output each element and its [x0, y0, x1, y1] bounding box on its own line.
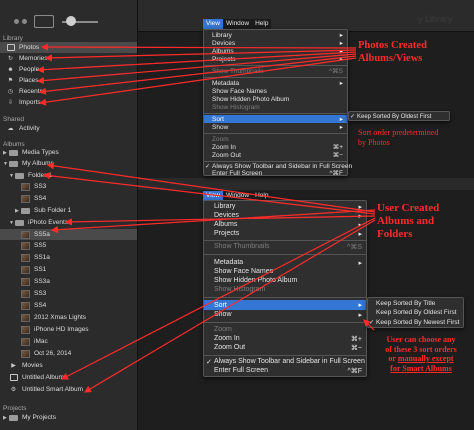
arrow-to-memories [44, 49, 357, 62]
arrow-to-untitled-smart-album [83, 219, 376, 393]
arrow-to-ss5a [50, 209, 376, 234]
arrow-to-untitled-album [60, 217, 376, 380]
arrow-to-sort-submenu [363, 319, 375, 331]
arrow-to-my-albums [46, 162, 376, 213]
annotation-arrows [36, 43, 376, 393]
arrow-to-iphoto-events [64, 215, 376, 226]
arrow-to-imports [38, 57, 357, 106]
arrow-to-folder-1 [42, 172, 376, 215]
arrow-to-photos [40, 43, 357, 51]
